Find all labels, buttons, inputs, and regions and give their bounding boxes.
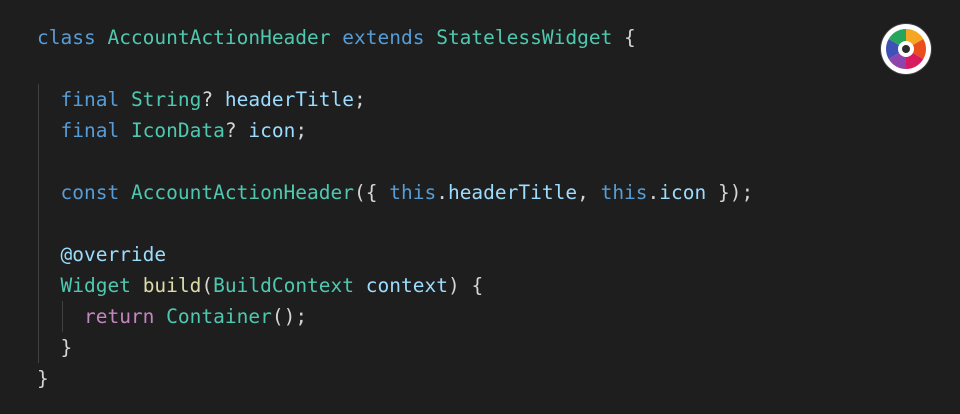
indent-guide [38, 177, 39, 208]
code-line[interactable]: Widget build(BuildContext context) { [37, 270, 753, 301]
code-line[interactable]: @override [37, 239, 753, 270]
code-token: icon [659, 181, 707, 204]
code-token: StatelessWidget [436, 26, 613, 49]
indent-guide [62, 301, 63, 332]
code-token: Container [166, 305, 272, 328]
indent-guide [38, 146, 39, 177]
indent-guide [38, 115, 39, 146]
code-token: class [37, 26, 96, 49]
code-line[interactable]: final IconData? icon; [37, 115, 753, 146]
code-line[interactable]: } [37, 332, 753, 363]
code-token: . [647, 181, 660, 204]
indent-guide [38, 84, 39, 115]
code-token: (); [271, 305, 308, 328]
code-line[interactable]: } [37, 363, 753, 394]
code-editor: class AccountActionHeader extends Statel… [0, 0, 960, 414]
indent-guide [38, 239, 39, 270]
code-token: { [612, 26, 636, 49]
indent-guide [38, 332, 39, 363]
code-line[interactable] [37, 53, 753, 84]
code-token: icon [248, 119, 296, 142]
code-token: ; [354, 88, 366, 111]
code-token: IconData [130, 119, 225, 142]
code-token: AccountActionHeader [107, 26, 331, 49]
code-token: ( [201, 274, 214, 297]
code-token: String [130, 88, 202, 111]
code-line[interactable] [37, 208, 753, 239]
code-token: AccountActionHeader [130, 181, 354, 204]
code-token: , [577, 181, 601, 204]
code-token: ) { [447, 274, 484, 297]
code-line[interactable]: return Container(); [37, 301, 753, 332]
indent-guide [38, 208, 39, 239]
indent-guide [38, 301, 39, 332]
code-token: Widget [60, 274, 131, 297]
code-token: headerTitle [447, 181, 578, 204]
code-block[interactable]: class AccountActionHeader extends Statel… [37, 22, 753, 394]
color-wheel-icon [881, 24, 931, 74]
code-token: context [365, 274, 448, 297]
code-token: build [142, 274, 202, 297]
code-line[interactable]: class AccountActionHeader extends Statel… [37, 22, 753, 53]
code-token: BuildContext [213, 274, 355, 297]
code-token: headerTitle [224, 88, 355, 111]
code-token: ? [224, 119, 249, 142]
code-line[interactable]: final String? headerTitle; [37, 84, 753, 115]
indent-guide [38, 270, 39, 301]
code-token: } [37, 367, 49, 390]
code-token: . [436, 181, 448, 204]
color-wheel-icon-graphic [886, 29, 926, 69]
code-token: return [83, 305, 155, 328]
code-token: const [60, 181, 120, 204]
code-line[interactable]: const AccountActionHeader({ this.headerT… [37, 177, 753, 208]
code-token: final [60, 88, 120, 111]
code-token: final [60, 119, 120, 142]
code-line[interactable] [37, 146, 753, 177]
code-token: ? [201, 88, 225, 111]
code-token: ({ [354, 181, 390, 204]
code-token: ; [295, 119, 308, 142]
code-token: this [389, 181, 437, 204]
code-token: }); [706, 181, 754, 204]
code-token: @override [60, 243, 167, 266]
code-token: this [600, 181, 648, 204]
code-token: } [60, 336, 73, 359]
code-token: extends [342, 26, 425, 49]
